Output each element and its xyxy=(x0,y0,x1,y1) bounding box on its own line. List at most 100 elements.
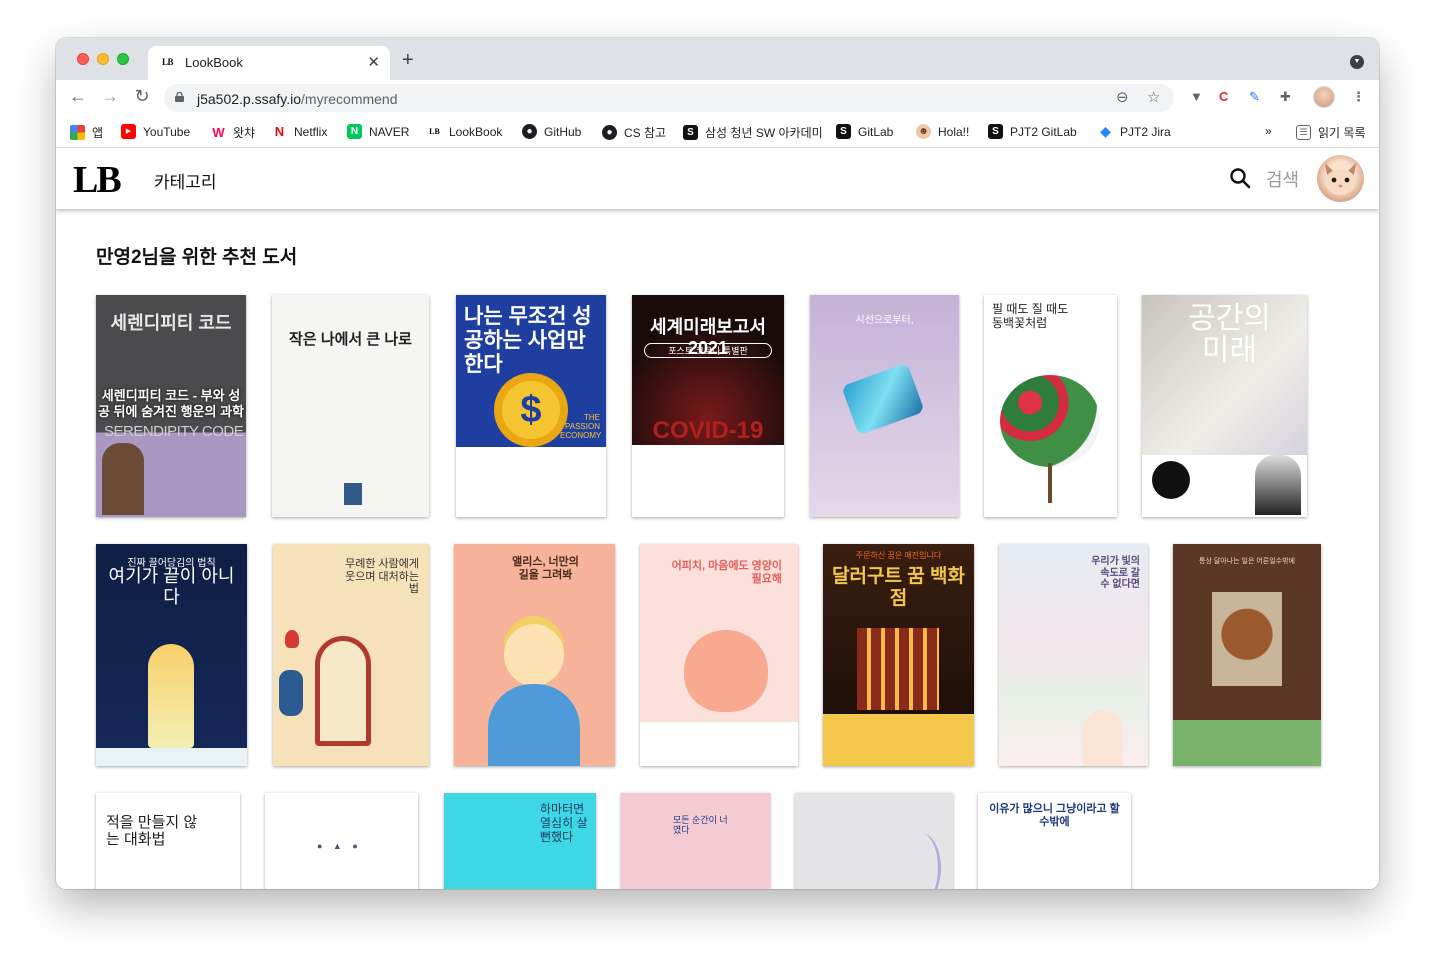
publisher-mark xyxy=(344,483,362,505)
lock-icon xyxy=(175,92,184,102)
book-cover-title: 작은 나에서 큰 나로 xyxy=(289,331,412,348)
book-cover-title: 세렌디피티 코드 xyxy=(110,313,232,333)
tab-lookbook[interactable]: LB LookBook ✕ xyxy=(148,46,390,80)
back-arrow-icon[interactable]: ← xyxy=(66,86,90,107)
cover-figures-icon: ● ▲ ● xyxy=(317,841,362,851)
book-card[interactable]: 주문하신 꿈은 매진입니다 달러구트 꿈 백화점 xyxy=(823,544,974,766)
bookmark-gitlab[interactable]: S GitLab xyxy=(836,124,893,139)
vase-image xyxy=(279,670,303,716)
book-card[interactable]: 통상 달아나는 일은 어른일수밖에 xyxy=(1173,544,1321,766)
extensions-puzzle-icon[interactable]: ✚ xyxy=(1280,89,1291,105)
close-window-button[interactable] xyxy=(77,53,89,65)
book-card[interactable]: 우리가 빛의 속도로 갈 수 없다면 xyxy=(999,544,1148,766)
vue-devtools-icon[interactable]: ▼ xyxy=(1190,89,1203,104)
book-card[interactable]: 이유가 많으니 그냥이라고 할 수밖에 xyxy=(978,793,1131,889)
reload-icon[interactable]: ↻ xyxy=(130,86,154,107)
book-cover-title: 이유가 많으니 그냥이라고 할 수밖에 xyxy=(989,803,1120,828)
address-bar[interactable]: j5a502.p.ssafy.io/myrecommend ⊖ ☆ xyxy=(164,84,1174,112)
book-cover-title: 필 때도 질 때도 동백꽃처럼 xyxy=(992,302,1069,330)
cover-footer xyxy=(456,447,606,517)
browser-menu-icon[interactable]: ⋮ xyxy=(1352,89,1365,105)
bookmark-watcha[interactable]: W 왓챠 xyxy=(211,124,255,141)
more-bookmarks-button[interactable]: » xyxy=(1265,124,1272,138)
book-cover-title: 시선으로부터, xyxy=(855,315,914,326)
ssafy-icon: S xyxy=(988,124,1003,139)
bookmark-pjt2-gitlab[interactable]: S PJT2 GitLab xyxy=(988,124,1077,139)
book-cover-title: 공간의 미래 xyxy=(1188,302,1271,367)
github-icon: ● xyxy=(602,125,617,140)
book-cover-title: 달러구트 꿈 백화점 xyxy=(832,566,965,609)
book-card[interactable]: 세계미래보고서 2021 포스트 코로나 특별판 COVID-19 xyxy=(632,295,784,517)
hola-icon: ☻ xyxy=(916,124,931,139)
book-cover-subtitle: SERENDIPITY CODE xyxy=(104,423,244,440)
bookmark-star-icon[interactable]: ☆ xyxy=(1147,88,1160,106)
book-card[interactable]: 앨리스, 너만의 길을 그려봐 xyxy=(454,544,615,766)
bookmark-youtube[interactable]: ▶ YouTube xyxy=(121,124,190,139)
zoom-window-button[interactable] xyxy=(117,53,129,65)
forward-arrow-icon[interactable]: → xyxy=(98,86,122,107)
ssafy-icon: S xyxy=(836,124,851,139)
book-cover-subtitle: THE PASSION ECONOMY xyxy=(560,413,602,440)
bookmark-github[interactable]: ● GitHub xyxy=(522,124,581,139)
author-photo xyxy=(102,443,144,515)
badge-circle xyxy=(1152,461,1190,499)
book-card[interactable]: 시선으로부터, xyxy=(810,295,959,517)
extension-pen-icon[interactable]: ✎ xyxy=(1249,89,1260,105)
book-card[interactable]: 필 때도 질 때도 동백꽃처럼 xyxy=(984,295,1117,517)
bookmark-naver[interactable]: N NAVER xyxy=(347,124,409,139)
bookmark-netflix[interactable]: N Netflix xyxy=(272,124,327,139)
book-card[interactable]: 진짜 끌어당김의 법칙 여기가 끝이 아니다 xyxy=(96,544,247,766)
new-tab-button[interactable]: + xyxy=(402,50,414,70)
reading-list-button[interactable]: ☰ 읽기 목록 xyxy=(1296,124,1366,141)
book-card[interactable]: 공간의 미래 xyxy=(1142,295,1307,517)
book-cover-subtitle: 포스트 코로나 특별판 xyxy=(644,343,772,358)
bookmark-pjt2-jira[interactable]: ◆ PJT2 Jira xyxy=(1098,124,1171,139)
book-cover-title: 무례한 사람에게 웃으며 대처하는 법 xyxy=(345,558,419,596)
book-card[interactable]: 적을 만들지 않는 대화법 xyxy=(96,793,240,889)
zoom-magnifier-icon[interactable]: ⊖ xyxy=(1116,88,1129,106)
bookmark-apps[interactable]: 앱 xyxy=(70,124,103,141)
book-card[interactable]: 모든 순간이 너였다 xyxy=(621,793,770,889)
book-card[interactable]: 세렌디피티 코드 세렌디피티 코드 - 부와 성공 뒤에 숨겨진 행운의 과학 … xyxy=(96,295,246,517)
naver-icon: N xyxy=(347,124,362,139)
book-card[interactable]: ● ▲ ● xyxy=(265,793,418,889)
ssafy-icon: S xyxy=(683,125,698,140)
tab-title: LookBook xyxy=(185,55,243,70)
book-card[interactable]: 어피치, 마음에도 영양이 필요해 xyxy=(640,544,798,766)
cover-footer xyxy=(96,748,247,766)
recommend-page: 만영2님을 위한 추천 도서 세렌디피티 코드 세렌디피티 코드 - 부와 성공… xyxy=(56,209,1379,889)
cover-footer xyxy=(640,722,798,766)
book-card[interactable]: 나는 무조건 성공하는 사업만 한다 $ THE PASSION ECONOMY xyxy=(456,295,606,517)
search-icon[interactable] xyxy=(1229,167,1251,189)
book-cover-title: 여기가 끝이 아니다 xyxy=(108,566,235,607)
book-cover-title: 어피치, 마음에도 영양이 필요해 xyxy=(671,560,782,585)
app-header: LB 카테고리 검색 xyxy=(56,149,1379,209)
lb-logo[interactable]: LB xyxy=(73,158,122,202)
book-card[interactable]: 작은 나에서 큰 나로 xyxy=(272,295,429,517)
jira-icon: ◆ xyxy=(1098,124,1113,139)
tab-close-icon[interactable]: ✕ xyxy=(367,53,380,71)
minimize-window-button[interactable] xyxy=(97,53,109,65)
dollar-stopwatch-icon: $ xyxy=(494,373,568,447)
search-label[interactable]: 검색 xyxy=(1266,166,1299,192)
browser-toolbar: ← → ↻ j5a502.p.ssafy.io/myrecommend ⊖ ☆ … xyxy=(56,80,1379,116)
double-chevron-icon: » xyxy=(1265,124,1272,138)
browser-profile-avatar[interactable] xyxy=(1313,86,1335,108)
book-card[interactable] xyxy=(795,793,953,889)
extension-c-icon[interactable]: C xyxy=(1219,89,1228,104)
book-card[interactable]: 무례한 사람에게 웃으며 대처하는 법 xyxy=(273,544,429,766)
crystal-image xyxy=(841,362,925,436)
book-cover-title: 통상 달아나는 일은 어른일수밖에 xyxy=(1199,558,1295,565)
category-menu[interactable]: 카테고리 xyxy=(154,168,217,193)
tab-strip: LB LookBook ✕ + ▼ xyxy=(56,38,1379,80)
youtube-icon: ▶ xyxy=(121,124,136,139)
keyhole-light xyxy=(148,644,194,748)
bookmark-hola[interactable]: ☻ Hola!! xyxy=(916,124,969,139)
book-card[interactable]: 하마터면 열심히 살 뻔했다 xyxy=(444,793,596,889)
user-avatar[interactable] xyxy=(1317,155,1364,202)
bookmark-lookbook[interactable]: LB LookBook xyxy=(427,124,502,139)
bookmark-ssafy[interactable]: S 삼성 청년 SW 아카데미 xyxy=(683,124,823,141)
tab-search-chevron-icon[interactable]: ▼ xyxy=(1350,55,1364,69)
book-cover-title: 우리가 빛의 속도로 갈 수 없다면 xyxy=(1091,556,1140,590)
bookmark-cs[interactable]: ● CS 참고 xyxy=(602,124,666,141)
